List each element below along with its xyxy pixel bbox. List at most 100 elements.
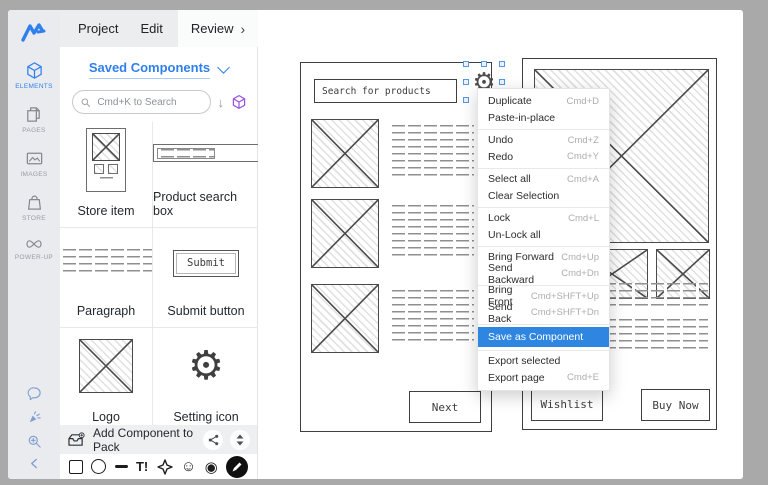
component-product-search-box[interactable]: Product search box: [153, 122, 259, 228]
ellipse-tool[interactable]: [91, 459, 106, 474]
rectangle-tool[interactable]: [69, 460, 83, 474]
target-tool[interactable]: ◉: [205, 458, 218, 476]
sidebar-item-label: STORE: [22, 215, 46, 222]
pages-icon: [24, 105, 43, 124]
search-input[interactable]: [95, 96, 201, 109]
sidebar-item-label: PAGES: [22, 127, 45, 134]
menu-item-send-back[interactable]: Send BackCmd+SHFT+Dn: [478, 305, 609, 322]
component-store-item[interactable]: Store item: [60, 122, 153, 228]
download-arrow-icon[interactable]: ↓: [218, 95, 225, 110]
left-icon-rail: ELEMENTS PAGES IMAGES STORE: [8, 10, 60, 479]
reorder-button[interactable]: [230, 430, 250, 450]
collapse-chevron-icon[interactable]: [29, 458, 40, 469]
share-button[interactable]: [203, 430, 223, 450]
product-text-scribble[interactable]: [389, 125, 474, 178]
selection-handle[interactable]: [499, 79, 505, 85]
selection-handle[interactable]: [499, 61, 505, 67]
sidebar-item-store[interactable]: STORE: [22, 193, 46, 222]
sidebar-item-power-up[interactable]: POWER-UP: [15, 237, 53, 261]
sketch-search-box[interactable]: Search for products: [314, 79, 457, 103]
selection-handle[interactable]: [463, 61, 469, 67]
zoom-icon[interactable]: [27, 434, 42, 449]
sidebar-item-images[interactable]: IMAGES: [20, 149, 47, 178]
tab-review-label: Review: [191, 21, 234, 36]
component-label: Product search box: [153, 190, 259, 218]
menu-item-send-backward[interactable]: Send BackwardCmd+Dn: [478, 266, 609, 283]
component-paragraph[interactable]: Paragraph: [60, 228, 153, 328]
saved-components-panel: Saved Components ↓: [60, 47, 258, 479]
wireframe-page-1[interactable]: Search for products Next: [300, 62, 492, 432]
menu-separator: [478, 246, 609, 247]
gear-icon: ⚙: [188, 346, 224, 386]
search-box-sketch: [153, 144, 259, 162]
text-tool[interactable]: T!: [136, 459, 148, 474]
comment-icon[interactable]: [27, 386, 42, 401]
sidebar-item-pages[interactable]: PAGES: [22, 105, 45, 134]
menu-item-undo[interactable]: UndoCmd+Z: [478, 132, 609, 149]
wishlist-button-sketch[interactable]: Wishlist: [531, 387, 603, 421]
image-placeholder: [92, 133, 120, 161]
menu-item-select-all[interactable]: Select allCmd+A: [478, 171, 609, 188]
product-text-scribble[interactable]: [389, 290, 474, 343]
menu-item-redo[interactable]: RedoCmd+Y: [478, 149, 609, 166]
component-logo[interactable]: Logo: [60, 328, 153, 433]
share-icon: [208, 434, 219, 446]
selection-handle[interactable]: [463, 97, 469, 103]
menu-item-duplicate[interactable]: DuplicateCmd+D: [478, 93, 609, 110]
search-box-inner: [157, 148, 215, 159]
component-label: Logo: [92, 410, 120, 424]
store-item-sketch: [86, 128, 126, 192]
menu-separator: [478, 129, 609, 130]
paragraph-sketch: [60, 249, 152, 277]
circle-icon: [91, 459, 106, 474]
menu-item-export-selected[interactable]: Export selected: [478, 353, 609, 370]
logo-sketch: [79, 339, 133, 393]
menu-item-export-page[interactable]: Export pageCmd+E: [478, 370, 609, 387]
product-image-placeholder[interactable]: [311, 119, 379, 188]
product-image-placeholder[interactable]: [311, 284, 379, 353]
sidebar-item-label: ELEMENTS: [15, 83, 52, 90]
tab-review[interactable]: Review ›: [178, 10, 258, 47]
chevron-down-icon[interactable]: [217, 61, 230, 74]
sidebar-item-elements[interactable]: ELEMENTS: [15, 61, 52, 90]
menu-item-save-as-component[interactable]: Save as Component: [478, 327, 609, 347]
image-icon: [25, 149, 44, 168]
menu-item-unlock-all[interactable]: Un-Lock all: [478, 227, 609, 244]
product-image-placeholder[interactable]: [311, 199, 379, 268]
component-submit-button[interactable]: Submit Submit button: [153, 228, 259, 328]
add-component-label[interactable]: Add Component to Pack: [93, 426, 196, 454]
menu-separator: [478, 350, 609, 351]
product-text-scribble[interactable]: [389, 205, 474, 258]
search-icon: [81, 97, 90, 108]
purple-cube-icon[interactable]: [231, 94, 247, 110]
component-search[interactable]: [72, 90, 211, 114]
mini-squares: [94, 164, 118, 174]
emoji-tool[interactable]: ☺: [181, 458, 196, 475]
search-row: ↓: [72, 90, 247, 114]
celebrate-icon[interactable]: [27, 410, 42, 425]
menu-edit[interactable]: Edit: [140, 21, 162, 36]
menubar: Project Edit Review ›: [60, 10, 258, 48]
line-tool[interactable]: [115, 465, 128, 468]
app-logo[interactable]: [21, 20, 47, 46]
paragraph-thumb: [60, 228, 152, 298]
component-setting-icon[interactable]: ⚙ Setting icon: [153, 328, 259, 433]
draw-tool-active[interactable]: [226, 456, 248, 478]
product-search-thumb: [153, 122, 259, 184]
move-tool[interactable]: [157, 459, 173, 475]
selection-handle[interactable]: [481, 61, 487, 67]
pen-icon: [231, 461, 243, 473]
up-down-arrows-icon: [235, 434, 245, 446]
panel-title[interactable]: Saved Components: [89, 60, 210, 79]
design-canvas[interactable]: Search for products Next Wishlist Buy No…: [258, 10, 743, 479]
add-component-icon: [67, 432, 86, 448]
next-button-sketch[interactable]: Next: [409, 391, 481, 423]
cube-icon: [25, 61, 44, 80]
menu-item-paste-in-place[interactable]: Paste-in-place: [478, 110, 609, 127]
chevron-right-icon: ›: [240, 21, 245, 37]
selection-handle[interactable]: [463, 79, 469, 85]
menu-item-clear-selection[interactable]: Clear Selection: [478, 188, 609, 205]
menu-item-lock[interactable]: LockCmd+L: [478, 210, 609, 227]
menu-project[interactable]: Project: [78, 21, 118, 36]
buy-now-button-sketch[interactable]: Buy Now: [641, 389, 710, 421]
